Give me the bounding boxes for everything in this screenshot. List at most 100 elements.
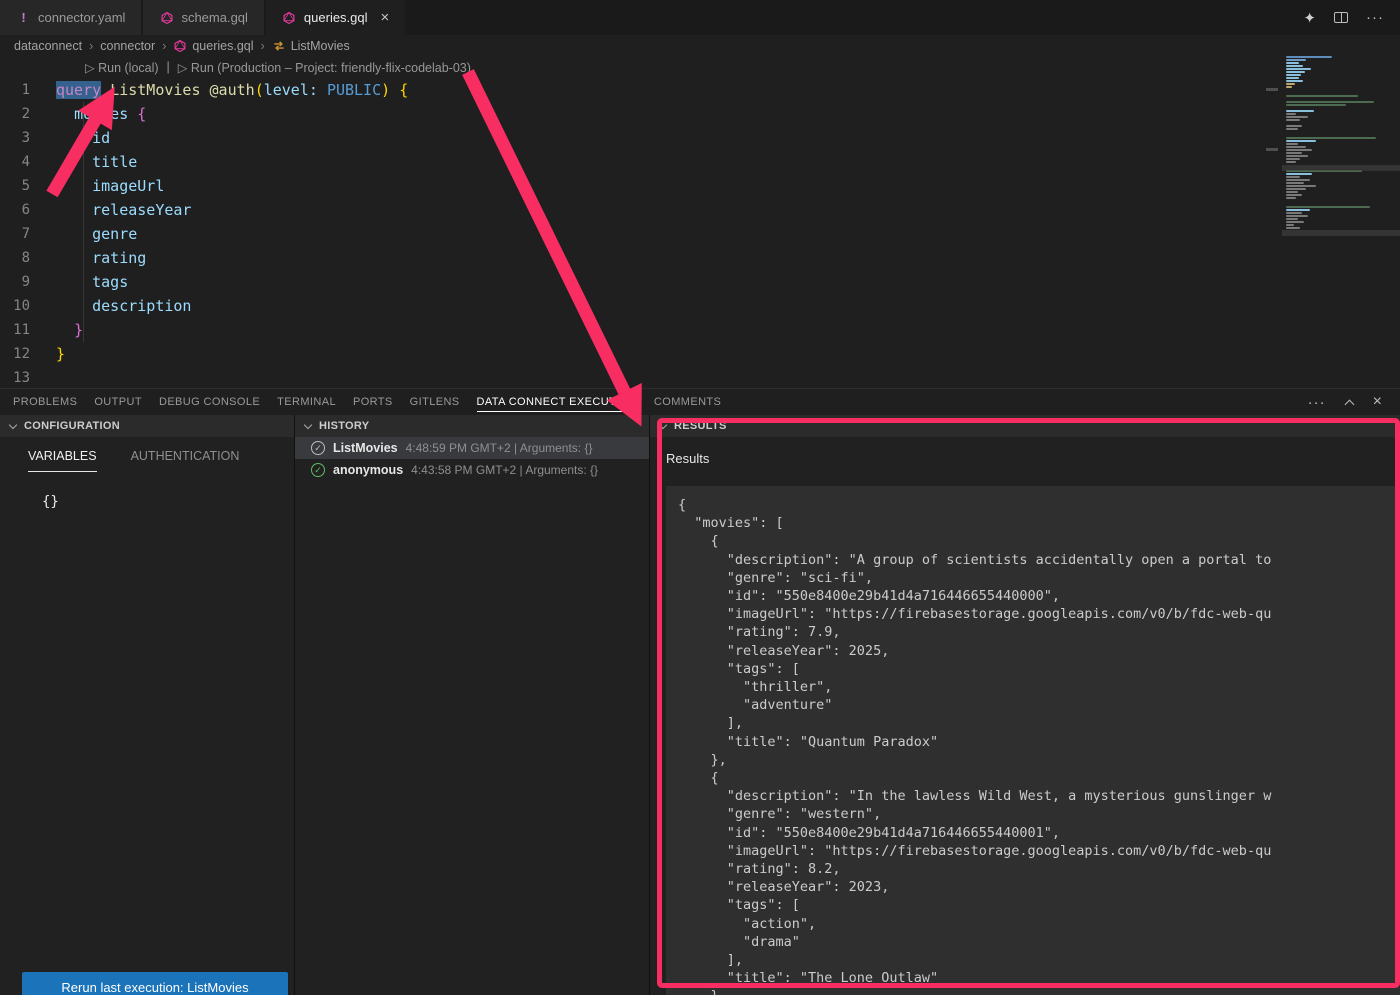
minimap-line <box>1286 176 1300 178</box>
breadcrumb-item-ListMovies[interactable]: ListMovies <box>272 39 350 53</box>
minimap-line <box>1286 77 1299 79</box>
config-tab-variables[interactable]: VARIABLES <box>28 449 97 472</box>
panel-tab-debug-console[interactable]: DEBUG CONSOLE <box>159 392 260 412</box>
minimap-line <box>1286 107 1400 109</box>
tab-close-icon[interactable]: × <box>381 10 390 25</box>
more-actions-icon[interactable]: ··· <box>1366 9 1384 26</box>
panel-more-icon[interactable]: ··· <box>1308 394 1326 411</box>
line-number: 12 <box>0 342 56 366</box>
token: { <box>399 81 408 99</box>
panel-tab-bar: PROBLEMS OUTPUT DEBUG CONSOLE TERMINAL PORTS… <box>0 389 1400 415</box>
line-number: 2 <box>0 102 56 126</box>
tab-bar: !connector.yamlschema.gqlqueries.gql× ✦ … <box>0 0 1400 35</box>
code-line: 2 movies { <box>0 102 1400 126</box>
token <box>56 297 92 315</box>
sparkle-icon[interactable]: ✦ <box>1303 9 1316 27</box>
history-operation-name: anonymous <box>333 463 403 477</box>
minimap-line <box>1286 59 1306 61</box>
breadcrumb-separator: › <box>162 39 166 53</box>
token: rating <box>92 249 146 267</box>
minimap-line <box>1286 65 1303 67</box>
code-line: 8 rating <box>0 246 1400 270</box>
panel-tab-output[interactable]: OUTPUT <box>94 392 142 412</box>
panel-tab-ports[interactable]: PORTS <box>353 392 393 412</box>
token <box>56 201 92 219</box>
minimap-line <box>1286 128 1298 130</box>
code-editor[interactable]: 1query ListMovies @auth(level: PUBLIC) {… <box>0 78 1400 388</box>
line-number: 8 <box>0 246 56 270</box>
code-line: 11 } <box>0 318 1400 342</box>
token <box>56 129 92 147</box>
tab-schema-gql[interactable]: schema.gql <box>143 0 263 35</box>
graphql-icon <box>159 10 174 25</box>
breadcrumb-item-connector[interactable]: connector <box>100 39 155 53</box>
minimap-line <box>1286 116 1308 118</box>
code-text: releaseYear <box>56 198 191 222</box>
minimap-line <box>1286 179 1310 181</box>
line-number: 4 <box>0 150 56 174</box>
token <box>56 225 92 243</box>
minimap-line <box>1286 188 1306 190</box>
codelens: ▷ Run (local) | ▷ Run (Production – Proj… <box>85 57 471 77</box>
minimap-line <box>1286 146 1306 148</box>
code-text: tags <box>56 270 128 294</box>
run-production-lens[interactable]: ▷ Run (Production – Project: friendly-fl… <box>178 60 471 75</box>
panel-tab-terminal[interactable]: TERMINAL <box>277 392 336 412</box>
panel-tab-gitlens[interactable]: GITLENS <box>410 392 460 412</box>
breadcrumb-label: ListMovies <box>291 39 350 53</box>
panel-tab-data-connect-execution[interactable]: DATA CONNECT EXECUTION <box>477 392 637 412</box>
breadcrumb-item-dataconnect[interactable]: dataconnect <box>14 39 82 53</box>
panel-close-icon[interactable]: × <box>1373 394 1382 410</box>
token <box>56 105 74 123</box>
minimap-line <box>1286 98 1400 100</box>
panel-maximize-icon[interactable] <box>1344 399 1354 409</box>
token <box>318 81 327 99</box>
minimap-line <box>1286 143 1298 145</box>
minimap[interactable] <box>1282 56 1400 240</box>
token <box>56 249 92 267</box>
config-tab-authentication[interactable]: AUTHENTICATION <box>131 449 240 472</box>
chevron-down-icon <box>9 420 17 428</box>
minimap-line <box>1286 215 1308 217</box>
overview-ruler-mark <box>1266 88 1278 91</box>
vscode-window: !connector.yamlschema.gqlqueries.gql× ✦ … <box>0 0 1400 995</box>
minimap-line <box>1286 182 1304 184</box>
configuration-header[interactable]: CONFIGURATION <box>0 415 294 437</box>
token: tags <box>92 273 128 291</box>
minimap-line <box>1286 185 1316 187</box>
history-row[interactable]: ✓ListMovies4:48:59 PM GMT+2 | Arguments:… <box>295 437 649 459</box>
minimap-line <box>1286 137 1376 139</box>
history-row[interactable]: ✓anonymous4:43:58 PM GMT+2 | Arguments: … <box>295 459 649 481</box>
code-text: genre <box>56 222 137 246</box>
split-editor-icon[interactable] <box>1334 12 1348 23</box>
history-header[interactable]: HISTORY <box>295 415 649 437</box>
chevron-down-icon <box>659 420 667 428</box>
minimap-line <box>1286 110 1314 112</box>
minimap-line <box>1286 80 1303 82</box>
panel-tab-comments[interactable]: COMMENTS <box>654 392 721 412</box>
history-panel: HISTORY ✓ListMovies4:48:59 PM GMT+2 | Ar… <box>295 415 650 995</box>
code-text: imageUrl <box>56 174 164 198</box>
code-text: } <box>56 342 65 366</box>
rerun-button[interactable]: Rerun last execution: ListMovies <box>22 972 288 995</box>
results-header[interactable]: RESULTS <box>650 415 1400 437</box>
token: id <box>92 129 110 147</box>
variables-value[interactable]: {} <box>0 472 294 510</box>
minimap-line <box>1286 206 1370 208</box>
tab-label: schema.gql <box>181 10 247 25</box>
minimap-line <box>1286 173 1312 175</box>
token: ( <box>255 81 264 99</box>
breadcrumb-item-queries-gql[interactable]: queries.gql <box>173 39 253 53</box>
minimap-line <box>1286 104 1346 106</box>
breadcrumb-label: connector <box>100 39 155 53</box>
results-title: RESULTS <box>674 420 727 432</box>
tab-queries-gql[interactable]: queries.gql× <box>266 0 405 35</box>
tab-connector-yaml[interactable]: !connector.yaml <box>0 0 141 35</box>
results-output[interactable]: { "movies": [ { "description": "A group … <box>666 486 1400 995</box>
code-line: 1query ListMovies @auth(level: PUBLIC) { <box>0 78 1400 102</box>
yaml-alert-icon: ! <box>16 10 31 25</box>
panel-tab-problems[interactable]: PROBLEMS <box>13 392 77 412</box>
play-icon: ▷ <box>85 61 95 75</box>
run-local-lens[interactable]: ▷ Run (local) <box>85 60 159 75</box>
minimap-line <box>1286 224 1294 226</box>
